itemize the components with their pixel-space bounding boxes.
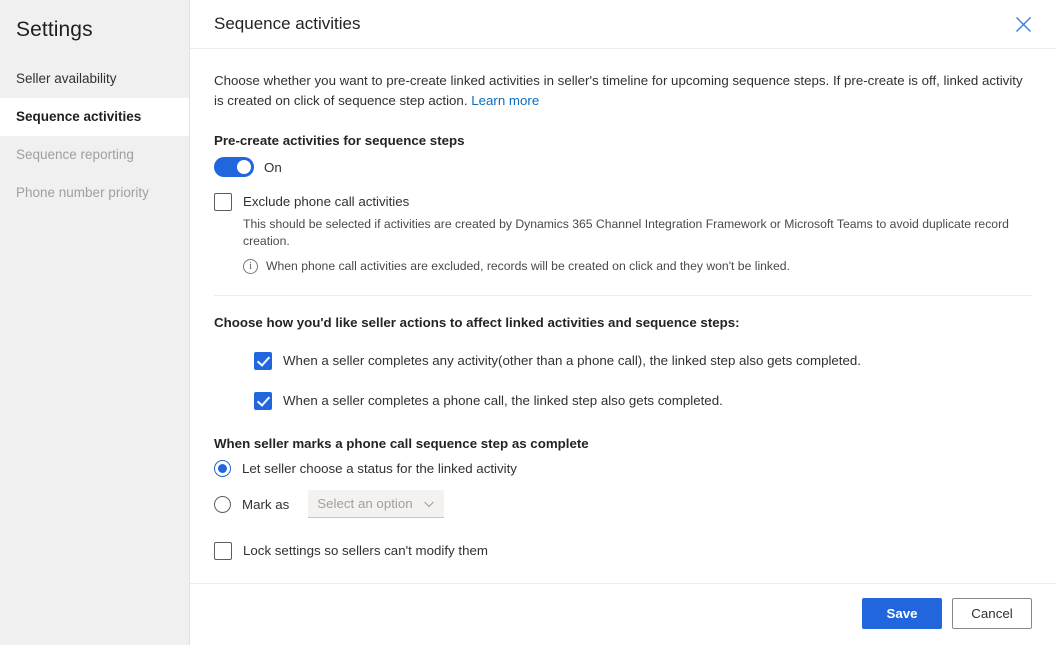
exclude-info-row: i When phone call activities are exclude… [243,259,1032,274]
sidebar-nav: Seller availability Sequence activities … [0,60,189,212]
exclude-phone-call-block: Exclude phone call activities This shoul… [214,193,1032,274]
phone-complete-heading: When seller marks a phone call sequence … [214,436,589,451]
page-title: Sequence activities [214,14,361,33]
mark-as-status-dropdown[interactable]: Select an option [308,490,445,518]
sidebar-item-label: Sequence activities [16,109,142,124]
sidebar-item-sequence-activities[interactable]: Sequence activities [0,98,189,136]
seller-completes-any-activity-label: When a seller completes any activity(oth… [283,353,861,368]
precreate-toggle-row: On [214,157,1032,177]
sidebar-item-label: Seller availability [16,71,117,86]
exclude-phone-call-description: This should be selected if activities ar… [243,217,1009,248]
settings-sidebar: Settings Seller availability Sequence ac… [0,0,190,645]
info-icon: i [243,259,258,274]
sidebar-title: Settings [16,18,93,41]
panel-header: Sequence activities [190,0,1056,49]
lock-settings-row: Lock settings so sellers can't modify th… [214,542,1032,560]
sidebar-item-sequence-reporting: Sequence reporting [0,136,189,174]
precreate-toggle[interactable] [214,157,254,177]
let-seller-choose-radio[interactable] [214,460,231,477]
toggle-state-label: On [264,159,282,175]
close-icon [1015,16,1031,32]
save-button[interactable]: Save [862,598,942,629]
toggle-knob [237,160,251,174]
exclude-info-text: When phone call activities are excluded,… [266,259,790,273]
exclude-phone-call-row: Exclude phone call activities [214,193,1032,211]
settings-main-panel: Sequence activities Choose whether you w… [190,0,1056,645]
learn-more-link[interactable]: Learn more [471,93,539,108]
cancel-button[interactable]: Cancel [952,598,1032,629]
precreate-label: Pre-create activities for sequence steps [214,133,465,148]
panel-body: Choose whether you want to pre-create li… [190,49,1056,583]
mark-as-radio[interactable] [214,495,231,513]
let-seller-choose-row: Let seller choose a status for the linke… [214,460,1032,477]
close-button[interactable] [1008,9,1038,39]
sidebar-item-label: Sequence reporting [16,147,134,162]
chevron-down-icon [424,501,435,507]
seller-actions-heading: Choose how you'd like seller actions to … [214,315,740,330]
intro-text: Choose whether you want to pre-create li… [214,73,1023,108]
settings-dialog: Settings Seller availability Sequence ac… [0,0,1056,645]
seller-completes-phone-call-label: When a seller completes a phone call, th… [283,393,723,408]
sidebar-item-label: Phone number priority [16,185,149,200]
seller-completes-any-activity-checkbox[interactable] [254,352,272,370]
panel-footer: Save Cancel [190,583,1056,645]
seller-action-option-row: When a seller completes a phone call, th… [254,392,1032,410]
exclude-phone-call-label: Exclude phone call activities [243,194,410,209]
let-seller-choose-label: Let seller choose a status for the linke… [242,461,517,476]
sidebar-item-seller-availability[interactable]: Seller availability [0,60,189,98]
seller-action-option-row: When a seller completes any activity(oth… [254,352,1032,370]
lock-settings-label: Lock settings so sellers can't modify th… [243,543,488,558]
lock-settings-checkbox[interactable] [214,542,232,560]
dropdown-value: Select an option [317,496,413,511]
mark-as-row: Mark as Select an option [214,490,1032,518]
exclude-phone-call-checkbox[interactable] [214,193,232,211]
sidebar-item-phone-number-priority: Phone number priority [0,174,189,212]
mark-as-label: Mark as [242,496,290,512]
section-divider [214,295,1032,296]
seller-completes-phone-call-checkbox[interactable] [254,392,272,410]
intro-paragraph: Choose whether you want to pre-create li… [214,71,1032,111]
